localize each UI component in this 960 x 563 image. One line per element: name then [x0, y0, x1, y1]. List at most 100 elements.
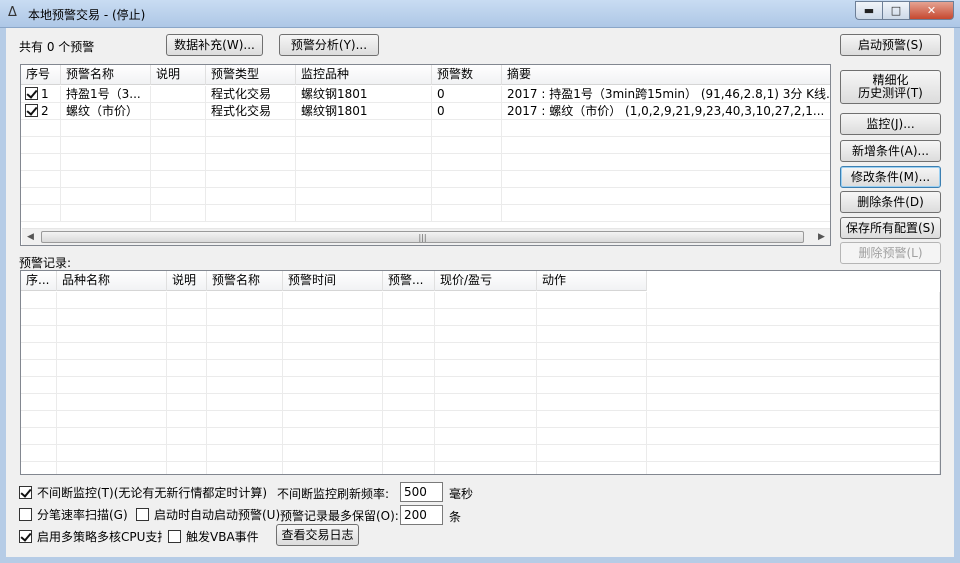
empty-cell — [647, 445, 940, 462]
auto-start-option[interactable]: 启动时自动启动预警(U) — [136, 506, 280, 523]
data-supplement-button[interactable]: 数据补充(W)... — [166, 34, 263, 56]
empty-cell — [57, 292, 167, 309]
auto-start-checkbox[interactable] — [136, 508, 149, 521]
empty-cell — [21, 360, 57, 377]
vba-event-checkbox[interactable] — [168, 530, 181, 543]
col-header[interactable]: 动作 — [537, 271, 647, 291]
empty-row — [21, 462, 940, 474]
empty-cell — [167, 343, 207, 360]
empty-cell — [283, 462, 383, 474]
empty-cell — [207, 292, 283, 309]
col-header[interactable]: 序号 — [21, 65, 61, 85]
multicore-option[interactable]: 启用多策略多核CPU支持 — [19, 528, 162, 545]
tick-scan-checkbox[interactable] — [19, 508, 32, 521]
close-icon[interactable]: ✕ — [909, 1, 954, 20]
col-header[interactable]: 预警... — [383, 271, 435, 291]
save-all-config-button[interactable]: 保存所有配置(S) — [840, 217, 941, 239]
refresh-rate-input[interactable]: 500 — [400, 482, 443, 502]
scrollbar-thumb[interactable]: ||| — [41, 231, 804, 243]
empty-cell — [383, 292, 435, 309]
monitor-button[interactable]: 监控(J)... — [840, 113, 941, 135]
empty-cell — [57, 462, 167, 474]
vba-event-option[interactable]: 触发VBA事件 — [168, 528, 259, 545]
col-header[interactable]: 监控品种 — [296, 65, 432, 85]
records-table-header: 序... 品种名称 说明 预警名称 预警时间 预警... 现价/盈亏 动作 — [21, 271, 647, 291]
empty-cell — [57, 377, 167, 394]
continuous-monitor-checkbox[interactable] — [19, 486, 32, 499]
delete-condition-button[interactable]: 删除条件(D) — [840, 191, 941, 213]
table-row[interactable]: 1 持盈1号（3... 程式化交易 螺纹钢1801 0 2017 : 持盈1号（… — [21, 86, 830, 103]
alerts-table-body: 1 持盈1号（3... 程式化交易 螺纹钢1801 0 2017 : 持盈1号（… — [21, 86, 830, 222]
empty-cell — [57, 343, 167, 360]
empty-cell — [21, 445, 57, 462]
col-header[interactable]: 品种名称 — [57, 271, 167, 291]
empty-cell — [207, 428, 283, 445]
minimize-icon[interactable]: ▬ — [855, 1, 882, 20]
empty-cell — [207, 394, 283, 411]
row-number: 1 — [41, 87, 49, 101]
app-icon: Δ — [8, 5, 17, 20]
table-row[interactable]: 2 螺纹（市价） 程式化交易 螺纹钢1801 0 2017 : 螺纹（市价） (… — [21, 103, 830, 120]
empty-cell — [167, 428, 207, 445]
row-checkbox[interactable] — [25, 87, 38, 100]
empty-cell — [435, 360, 537, 377]
records-table-body — [21, 292, 940, 474]
delete-alert-button[interactable]: 删除预警(L) — [840, 242, 941, 264]
col-header[interactable]: 说明 — [151, 65, 206, 85]
row-number-cell: 1 — [21, 86, 61, 103]
empty-cell — [647, 360, 940, 377]
col-header[interactable]: 摘要 — [502, 65, 830, 85]
empty-cell — [435, 445, 537, 462]
empty-cell — [207, 360, 283, 377]
scroll-left-icon[interactable]: ◀ — [22, 229, 39, 245]
alerts-table[interactable]: 序号 预警名称 说明 预警类型 监控品种 预警数 摘要 1 持盈1号（3... … — [20, 64, 831, 246]
empty-cell — [283, 428, 383, 445]
empty-cell — [207, 411, 283, 428]
empty-cell — [167, 360, 207, 377]
col-header[interactable]: 预警名称 — [61, 65, 151, 85]
empty-cell — [435, 292, 537, 309]
tick-scan-option[interactable]: 分笔速率扫描(G) — [19, 506, 128, 523]
modify-condition-button[interactable]: 修改条件(M)... — [840, 166, 941, 188]
maximize-icon[interactable]: □ — [882, 1, 909, 20]
multicore-checkbox[interactable] — [19, 530, 32, 543]
alert-analysis-button[interactable]: 预警分析(Y)... — [279, 34, 379, 56]
start-alert-button[interactable]: 启动预警(S) — [840, 34, 941, 56]
empty-cell — [537, 309, 647, 326]
col-header[interactable]: 预警时间 — [283, 271, 383, 291]
empty-cell — [21, 411, 57, 428]
empty-cell — [537, 360, 647, 377]
empty-cell — [167, 445, 207, 462]
empty-cell — [537, 292, 647, 309]
empty-cell — [383, 394, 435, 411]
empty-cell — [383, 309, 435, 326]
alert-records-table[interactable]: 序... 品种名称 说明 预警名称 预警时间 预警... 现价/盈亏 动作 — [20, 270, 941, 475]
row-checkbox[interactable] — [25, 104, 38, 117]
col-header[interactable]: 现价/盈亏 — [435, 271, 537, 291]
max-records-input[interactable]: 200 — [400, 505, 443, 525]
empty-cell — [167, 292, 207, 309]
col-header[interactable]: 说明 — [167, 271, 207, 291]
col-header[interactable]: 序... — [21, 271, 57, 291]
col-header[interactable]: 预警名称 — [207, 271, 283, 291]
empty-cell — [435, 377, 537, 394]
empty-cell — [647, 462, 940, 474]
refresh-rate-label: 不间断监控刷新频率: — [277, 487, 390, 501]
view-trade-log-button[interactable]: 查看交易日志 — [276, 524, 359, 546]
empty-cell — [207, 377, 283, 394]
alerts-horizontal-scrollbar[interactable]: ◀ ||| ▶ — [22, 228, 830, 245]
empty-row — [21, 137, 830, 154]
refined-backtest-button[interactable]: 精细化 历史测评(T) — [840, 70, 941, 104]
add-condition-button[interactable]: 新增条件(A)... — [840, 140, 941, 162]
empty-row — [21, 171, 830, 188]
col-header[interactable]: 预警数 — [432, 65, 502, 85]
empty-cell — [21, 462, 57, 474]
empty-cell — [21, 428, 57, 445]
empty-cell — [207, 309, 283, 326]
empty-row — [21, 377, 940, 394]
multicore-label: 启用多策略多核CPU支持 — [37, 530, 162, 544]
col-header[interactable]: 预警类型 — [206, 65, 296, 85]
scroll-right-icon[interactable]: ▶ — [813, 229, 830, 245]
continuous-monitor-option[interactable]: 不间断监控(T)(无论有无新行情都定时计算) — [19, 484, 267, 501]
empty-cell — [283, 326, 383, 343]
